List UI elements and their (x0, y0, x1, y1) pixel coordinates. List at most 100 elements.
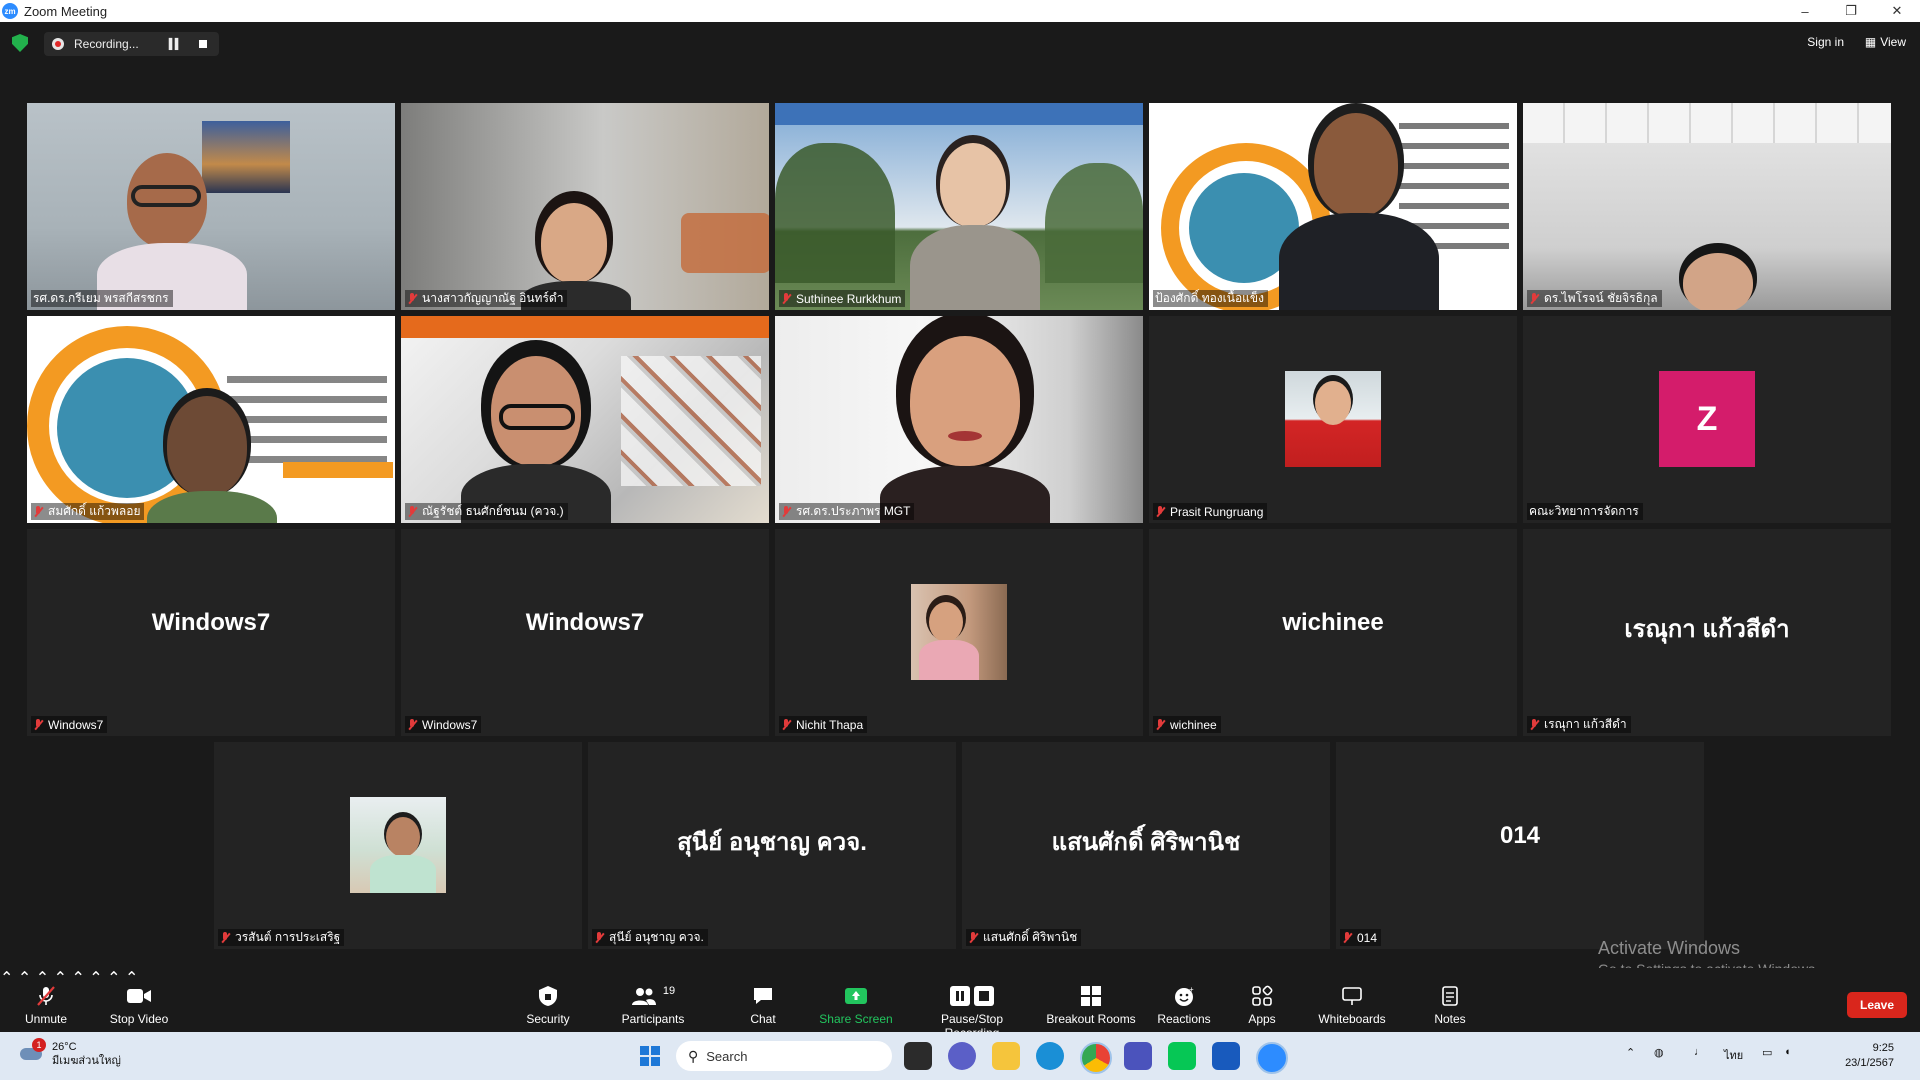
participant-display-name: สุนีย์ อนุชาญ ควจ. (677, 829, 867, 856)
clock[interactable]: 9:25 23/1/2567 (1845, 1041, 1894, 1071)
muted-mic-icon (407, 505, 417, 518)
muted-mic-icon (33, 718, 43, 731)
microphone-tray-icon[interactable]: ♩ (1694, 1046, 1705, 1058)
show-hidden-icons-icon[interactable]: ⌃ (1626, 1046, 1635, 1059)
network-icon[interactable]: ◍ (1654, 1046, 1664, 1059)
participant-name: ดร.ไพโรจน์ ชัยจิรธิกุล (1527, 290, 1662, 307)
pause-recording-icon[interactable]: ▌▌ (169, 39, 182, 50)
video-tile[interactable]: ดร.ไพโรจน์ ชัยจิรธิกุล (1523, 103, 1891, 310)
chat-bubble-icon (738, 984, 788, 1008)
video-tile[interactable]: สุนีย์ อนุชาญ ควจ. สุนีย์ อนุชาญ ควจ. (588, 742, 956, 949)
video-tile[interactable]: Windows7 Windows7 (401, 529, 769, 736)
video-tile[interactable]: Prasit Rungruang (1149, 316, 1517, 523)
meeting-top-bar: Recording... ▌▌ Sign in ▦ View (0, 22, 1920, 64)
participant-display-name: แสนศักดิ์ ศิริพานิช (1051, 829, 1241, 856)
view-button[interactable]: ▦ View (1865, 35, 1906, 49)
video-tile[interactable]: Z คณะวิทยาการจัดการ (1523, 316, 1891, 523)
cloud-icon: 1 (18, 1038, 46, 1062)
restore-button[interactable]: ❐ (1828, 0, 1874, 22)
file-explorer-icon[interactable] (992, 1042, 1020, 1070)
audio-options-caret-icon[interactable]: ⌃ (0, 970, 13, 987)
breakout-rooms-button[interactable]: Breakout Rooms (1046, 984, 1136, 1026)
video-tile[interactable]: แสนศักดิ์ ศิริพานิช แสนศักดิ์ ศิริพานิช (962, 742, 1330, 949)
minimize-button[interactable]: – (1782, 0, 1828, 22)
stop-video-button[interactable]: Stop Video (104, 984, 174, 1026)
whiteboard-icon (1314, 984, 1390, 1008)
leave-button[interactable]: Leave (1847, 992, 1907, 1018)
profile-photo (1285, 371, 1381, 467)
apps-icon (1244, 984, 1280, 1008)
view-label: View (1880, 35, 1906, 49)
word-icon[interactable] (1212, 1042, 1240, 1070)
muted-mic-icon (1529, 292, 1539, 305)
window-controls: – ❐ ✕ (1782, 0, 1920, 22)
apps-caret-icon[interactable]: ⌃ (89, 970, 102, 987)
reactions-button[interactable]: + Reactions (1154, 984, 1214, 1026)
participant-name: สุนีย์ อนุชาญ ควจ. (592, 929, 708, 946)
notes-button[interactable]: Notes (1428, 984, 1472, 1026)
pause-stop-recording-icon (912, 984, 1032, 1008)
whiteboards-button[interactable]: Whiteboards (1314, 984, 1390, 1026)
stop-recording-icon[interactable] (198, 40, 207, 48)
participant-display-name: 014 (1499, 822, 1541, 849)
window-title: Zoom Meeting (24, 3, 108, 19)
participants-icon: 19 (618, 984, 688, 1008)
weather-widget[interactable]: 1 26°C มีเมฆส่วนใหญ่ (18, 1038, 121, 1068)
video-tile[interactable]: Nichit Thapa (775, 529, 1143, 736)
participants-button[interactable]: 19 Participants (618, 984, 688, 1026)
encryption-shield-icon[interactable] (12, 34, 28, 52)
participant-name: Windows7 (31, 716, 108, 733)
recording-label: Recording... (74, 37, 139, 51)
close-button[interactable]: ✕ (1874, 0, 1920, 22)
recording-indicator: Recording... ▌▌ (44, 32, 219, 56)
video-tile[interactable]: Suthinee Rurkkhum (775, 103, 1143, 310)
video-tile[interactable]: wichinee wichinee (1149, 529, 1517, 736)
video-tile[interactable]: 014 014 (1336, 742, 1704, 949)
chrome-icon[interactable] (1080, 1042, 1112, 1074)
video-tile[interactable]: รศ.ดร.กรีเยม พรสกีสรชกร (27, 103, 395, 310)
grid-icon: ▦ (1864, 35, 1877, 49)
participants-count: 19 (662, 985, 676, 997)
search-icon: ⚲ (688, 1047, 699, 1064)
sign-in-link[interactable]: Sign in (1807, 35, 1844, 49)
start-button[interactable] (636, 1042, 664, 1070)
line-app-icon[interactable] (1168, 1042, 1196, 1070)
clock-date: 23/1/2567 (1845, 1057, 1894, 1069)
language-indicator[interactable]: ไทย (1724, 1046, 1743, 1064)
participant-display-name: Windows7 (151, 609, 271, 636)
video-tile[interactable]: Windows7 Windows7 (27, 529, 395, 736)
edge-browser-icon[interactable] (1036, 1042, 1064, 1070)
chat-button[interactable]: Chat (738, 984, 788, 1026)
muted-mic-icon (1155, 718, 1165, 731)
weather-badge: 1 (32, 1038, 46, 1052)
muted-mic-icon (33, 505, 43, 518)
temperature: 26°C (52, 1041, 77, 1053)
participant-name: แสนศักดิ์ ศิริพานิช (966, 929, 1082, 946)
video-tile[interactable]: ป้องศักดิ์ ทองเนื้อแข็ง (1149, 103, 1517, 310)
share-screen-button[interactable]: Share Screen (818, 984, 894, 1026)
task-view-icon[interactable] (904, 1042, 932, 1070)
video-tile[interactable]: นางสาวกัญญาณัฐ อินทร์ดำ (401, 103, 769, 310)
participant-name: wichinee (1153, 716, 1221, 733)
participant-name: Windows7 (405, 716, 482, 733)
display-icon[interactable]: ▭ (1762, 1046, 1772, 1059)
zoom-taskbar-icon[interactable] (1256, 1042, 1288, 1074)
share-screen-icon (818, 984, 894, 1008)
apps-button[interactable]: Apps (1244, 984, 1280, 1026)
security-button[interactable]: Security (518, 984, 578, 1026)
video-tile[interactable]: เรณุกา แก้วสีดำ เรณุกา แก้วสีดำ (1523, 529, 1891, 736)
video-tile[interactable]: วรสันต์ การประเสริฐ (214, 742, 582, 949)
teams-icon[interactable] (1124, 1042, 1152, 1070)
volume-icon[interactable]: ◖ (1784, 1046, 1791, 1058)
teams-chat-icon[interactable] (948, 1042, 976, 1070)
muted-mic-icon (781, 718, 791, 731)
participant-name: Suthinee Rurkkhum (779, 290, 906, 307)
video-tile[interactable]: ณัฐรัชต์ ธนศักย์ชนม (ควจ.) (401, 316, 769, 523)
video-tile[interactable]: รศ.ดร.ประภาพร MGT (775, 316, 1143, 523)
unmute-button[interactable]: Unmute (18, 984, 74, 1026)
participant-name: รศ.ดร.ประภาพร MGT (779, 503, 915, 520)
video-tile[interactable]: สมศักดิ์ แก้วพลอย (27, 316, 395, 523)
muted-mic-icon (220, 931, 230, 944)
taskbar-search[interactable]: ⚲ Search (676, 1041, 892, 1071)
zoom-logo-icon: zm (2, 3, 18, 19)
